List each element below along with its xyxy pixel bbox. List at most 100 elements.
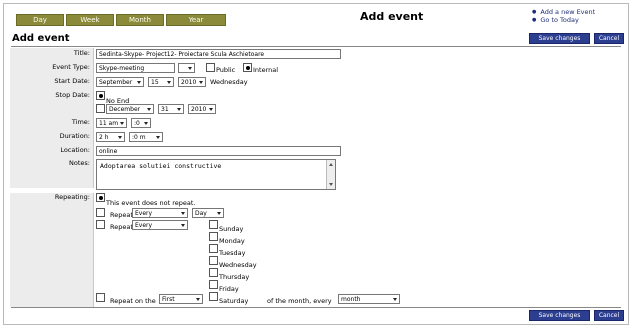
chevron-down-icon [181,212,185,215]
tab-year[interactable]: Year [166,14,226,26]
label-column-repeating [10,193,94,307]
notes-textarea[interactable]: Adoptarea solutiei constructive [96,159,336,190]
title-label: Title: [73,49,90,57]
repeat-every-select-1[interactable]: Every [132,208,188,218]
no-repeat-radio[interactable] [96,193,105,202]
duration-minutes-select[interactable]: :0 m [129,132,163,142]
notes-scrollbar[interactable] [326,160,335,189]
tab-day[interactable]: Day [16,14,64,26]
month-select[interactable]: month [338,294,400,304]
chevron-down-icon [209,108,213,111]
sunday-label: Sunday [219,225,244,233]
stop-month-select[interactable]: December [106,104,154,114]
duration-hours-value: 2 h [99,133,109,141]
end-date-radio[interactable] [96,104,105,113]
start-year-select[interactable]: 2010 [178,77,206,87]
saturday-label: Saturday [219,297,249,305]
time-minute-select[interactable]: :0 [131,118,151,128]
add-new-event-link[interactable]: Add a new Event [532,8,595,16]
repeat-on-value: First [162,295,175,303]
save-changes-button-bottom[interactable]: Save changes [529,310,590,321]
duration-minutes-value: :0 m [132,133,146,141]
view-tabs: Day Week Month Year [16,14,226,26]
divider-top [11,46,621,47]
saturday-checkbox[interactable] [209,292,218,301]
wednesday-checkbox[interactable] [209,256,218,265]
repeat-every-select-2[interactable]: Every [132,220,188,230]
start-day-value: 15 [151,78,159,86]
repeating-label: Repeating: [54,193,90,201]
chevron-down-icon [217,212,221,215]
page-title: Add event [12,33,70,44]
chevron-down-icon [167,81,171,84]
chevron-down-icon [147,108,151,111]
notes-value: Adoptarea solutiei constructive [100,162,222,170]
repeat-weekly-radio[interactable] [96,220,105,229]
repeat-monthly-radio[interactable] [96,293,105,302]
thursday-checkbox[interactable] [209,268,218,277]
monday-label: Monday [219,237,245,245]
tuesday-label: Tuesday [219,249,246,257]
top-bar: Day Week Month Year Add event Add a new … [4,4,628,31]
chevron-down-icon [118,136,122,139]
stop-year-select[interactable]: 2010 [188,104,216,114]
repeat-interval-radio[interactable] [96,208,105,217]
save-changes-button-top[interactable]: Save changes [529,33,590,44]
internal-radio[interactable] [243,63,252,72]
thursday-label: Thursday [219,273,250,281]
repeat-unit-select[interactable]: Day [192,208,224,218]
divider-bottom [11,307,621,308]
duration-hours-select[interactable]: 2 h [96,132,125,142]
chevron-down-icon [120,122,124,125]
stop-date-label: Stop Date: [55,91,90,99]
start-month-select[interactable]: September [96,77,144,87]
scroll-down-icon [329,183,333,186]
start-day-select[interactable]: 15 [148,77,174,87]
internal-label: Internal [253,66,279,74]
no-end-radio[interactable] [96,91,105,100]
event-type-input[interactable]: Skype-meeting [96,63,175,73]
chevron-down-icon [199,81,203,84]
sunday-checkbox[interactable] [209,220,218,229]
tab-week[interactable]: Week [66,14,114,26]
tuesday-checkbox[interactable] [209,244,218,253]
no-repeat-text: This event does not repeat. [106,199,196,207]
friday-checkbox[interactable] [209,280,218,289]
stop-year-value: 2010 [191,105,207,113]
start-weekday: Wednesday [210,78,248,86]
stop-day-value: 31 [161,105,169,113]
stop-day-select[interactable]: 31 [158,104,184,114]
start-date-label: Start Date: [54,77,90,85]
time-label: Time: [71,118,90,126]
month-value: month [341,295,361,303]
start-month-value: September [99,78,133,86]
public-radio[interactable] [206,63,215,72]
event-type-label: Event Type: [52,63,90,71]
repeat-on-select[interactable]: First [159,294,203,304]
location-label: Location: [60,146,90,154]
repeat-label-2: Repeat [110,223,133,231]
time-hour-select[interactable]: 11 am [96,118,127,128]
location-input[interactable]: online [96,146,341,156]
chevron-down-icon [393,298,397,301]
repeat-label-1: Repeat [110,211,133,219]
chevron-down-icon [137,81,141,84]
cancel-button-top[interactable]: Cancel [594,33,624,44]
event-type-dropdown[interactable] [178,63,195,73]
chevron-down-icon [188,67,192,70]
app-frame: Day Week Month Year Add event Add a new … [3,3,629,325]
scroll-up-icon [329,163,333,166]
of-month-text: of the month, every [267,297,332,305]
cancel-button-bottom[interactable]: Cancel [594,310,624,321]
chevron-down-icon [181,224,185,227]
go-to-today-link[interactable]: Go to Today [532,16,595,24]
tab-month[interactable]: Month [116,14,164,26]
title-input[interactable]: Sedinta-Skype- Project12- Proiectare Scu… [96,49,341,59]
chevron-down-icon [144,122,148,125]
quick-links: Add a new Event Go to Today [532,8,595,24]
monday-checkbox[interactable] [209,232,218,241]
notes-label: Notes: [69,159,90,167]
chevron-down-icon [177,108,181,111]
repeat-on-label: Repeat on the [110,297,156,305]
repeat-unit-value: Day [195,209,207,217]
